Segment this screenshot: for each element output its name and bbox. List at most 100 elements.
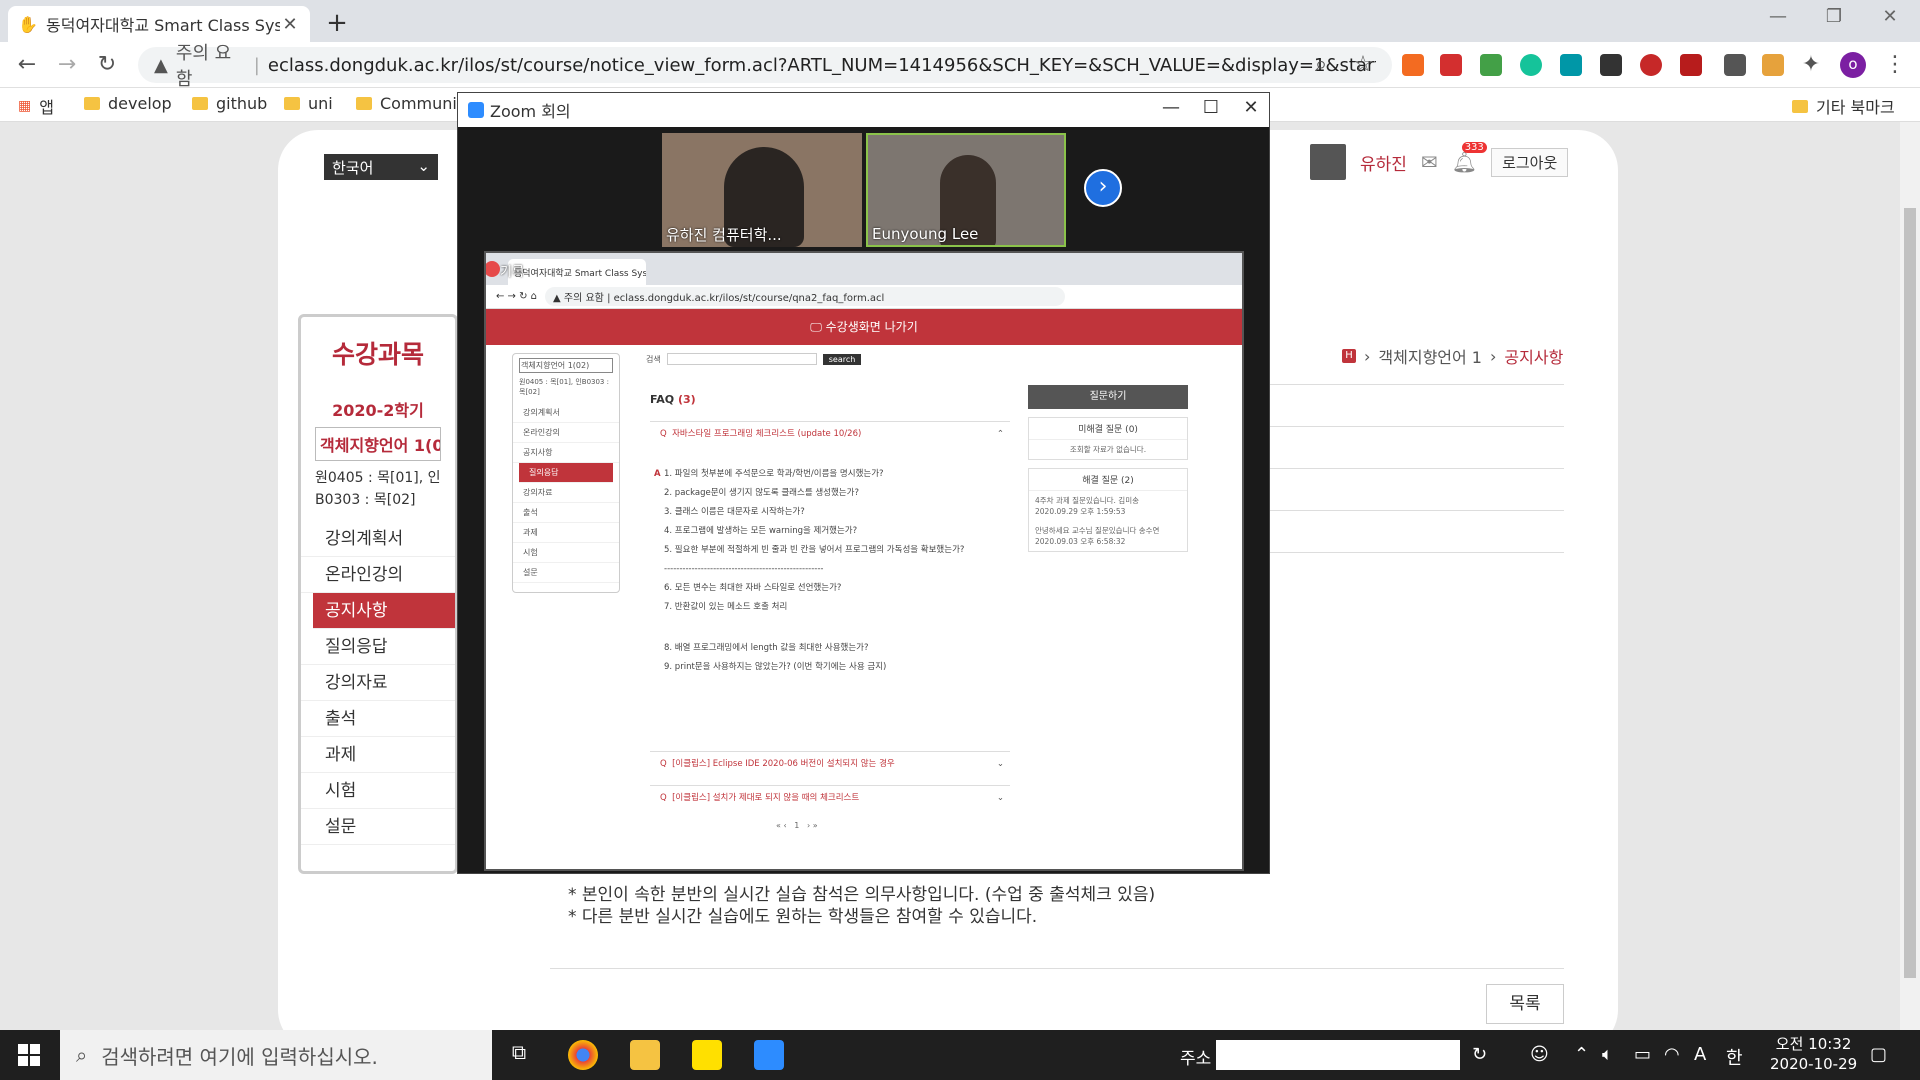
shared-url: ▲ 주의 요함 | eclass.dongduk.ac.kr/ilos/st/c… bbox=[545, 287, 1066, 306]
shared-search-button: search bbox=[822, 353, 862, 365]
close-icon[interactable]: ✕ bbox=[1236, 97, 1266, 118]
bookmark-star-icon[interactable]: ☆ bbox=[1348, 52, 1378, 77]
other-bookmarks[interactable]: 기타 북마크 bbox=[1792, 94, 1895, 118]
shared-tab-bar: 동덕여자대학교 Smart Class Sys 기록 bbox=[486, 253, 1242, 285]
minimize-icon[interactable]: — bbox=[1156, 97, 1186, 118]
menu-survey[interactable]: 설문 bbox=[301, 809, 455, 845]
taskbar-search[interactable]: ⌕ 검색하려면 여기에 입력하십시오. bbox=[60, 1030, 492, 1080]
menu-online-lecture[interactable]: 온라인강의 bbox=[301, 557, 455, 593]
notification-bell-icon[interactable]: 🔔︎ 333 bbox=[1452, 142, 1487, 174]
extension-icon[interactable] bbox=[1680, 54, 1702, 76]
participant-video[interactable]: 유하진 컴퓨터학... bbox=[662, 133, 862, 247]
minimize-icon[interactable]: — bbox=[1758, 6, 1798, 27]
volume-icon[interactable]: 🔈︎ bbox=[1602, 1044, 1613, 1065]
extension-icon[interactable] bbox=[1600, 54, 1622, 76]
extension-icon[interactable] bbox=[1762, 54, 1784, 76]
menu-materials[interactable]: 강의자료 bbox=[301, 665, 455, 701]
menu-syllabus[interactable]: 강의계획서 bbox=[301, 521, 455, 557]
maximize-icon[interactable]: ☐ bbox=[1196, 97, 1226, 118]
back-icon[interactable]: ← bbox=[12, 52, 42, 77]
scrollbar-thumb[interactable] bbox=[1904, 208, 1916, 978]
task-view-icon[interactable]: ⧉ bbox=[504, 1040, 534, 1070]
language-select[interactable]: 한국어 ⌄ bbox=[324, 154, 438, 180]
zoom-title-bar: Zoom 회의 — ☐ ✕ bbox=[458, 93, 1269, 127]
new-tab-button[interactable]: + bbox=[322, 8, 352, 38]
page-scrollbar[interactable] bbox=[1900, 122, 1920, 1030]
notification-badge: 333 bbox=[1461, 142, 1487, 153]
extension-icon[interactable] bbox=[1560, 54, 1582, 76]
wifi-icon[interactable]: ◠ bbox=[1664, 1044, 1680, 1065]
shared-screen: 동덕여자대학교 Smart Class Sys 기록 ← → ↻ ⌂ ▲ 주의 … bbox=[484, 251, 1244, 871]
battery-icon[interactable]: ▭ bbox=[1634, 1044, 1651, 1065]
notice-body: * 본인이 속한 분반의 실시간 실습 참석은 의무사항입니다. (수업 중 출… bbox=[568, 884, 1155, 928]
breadcrumb-current: 공지사항 bbox=[1504, 348, 1564, 367]
kakaotalk-icon[interactable] bbox=[692, 1040, 722, 1070]
extension-icon[interactable] bbox=[1724, 54, 1746, 76]
people-icon[interactable]: ☺ bbox=[1530, 1044, 1549, 1065]
divider bbox=[550, 968, 1564, 969]
file-explorer-icon[interactable] bbox=[630, 1040, 660, 1070]
logout-button[interactable]: 로그아웃 bbox=[1491, 147, 1569, 177]
extension-icon[interactable] bbox=[1402, 54, 1424, 76]
menu-dots-icon[interactable]: ⋮ bbox=[1880, 52, 1910, 77]
profile-avatar[interactable]: o bbox=[1840, 52, 1866, 78]
unsolved-title: 미해결 질문 (0) bbox=[1029, 418, 1187, 440]
extension-icon[interactable] bbox=[1480, 54, 1502, 76]
bookmark-label: develop bbox=[108, 94, 172, 113]
grammarly-icon[interactable] bbox=[1520, 54, 1542, 76]
bookmark-label: 앱 bbox=[39, 98, 54, 117]
faq-question: Q 자바스타일 프로그래밍 체크리스트 (update 10/26) ⌃ bbox=[650, 421, 1010, 445]
url-text[interactable]: eclass.dongduk.ac.kr/ilos/st/course/noti… bbox=[268, 55, 1376, 76]
course-select[interactable]: 객체지향언어 1(02) bbox=[315, 427, 441, 461]
menu-qna[interactable]: 질의응답 bbox=[301, 629, 455, 665]
user-name[interactable]: 유하진 bbox=[1360, 150, 1407, 175]
address-bar[interactable]: ▲ 주의 요함 | eclass.dongduk.ac.kr/ilos/st/c… bbox=[138, 43, 1392, 90]
security-warning[interactable]: 주의 요함 bbox=[176, 39, 246, 91]
list-button[interactable]: 목록 bbox=[1486, 984, 1564, 1024]
bookmark-uni[interactable]: uni bbox=[284, 94, 333, 113]
bookmark-github[interactable]: github bbox=[192, 94, 267, 113]
mail-icon[interactable]: ✉ bbox=[1421, 150, 1438, 174]
show-hidden-icons-icon[interactable]: ⌃ bbox=[1574, 1044, 1589, 1065]
zoom-icon[interactable]: ⌕ bbox=[1306, 52, 1336, 77]
menu-assignment[interactable]: 과제 bbox=[301, 737, 455, 773]
notice-line: * 다른 분반 실시간 실습에도 원하는 학생들은 참여할 수 있습니다. bbox=[568, 907, 1038, 927]
clock[interactable]: 오전 10:32 2020-10-29 bbox=[1770, 1034, 1857, 1074]
close-window-icon[interactable]: ✕ bbox=[1870, 6, 1910, 27]
bookmark-apps[interactable]: ▦ 앱 bbox=[18, 94, 54, 118]
bookmark-community[interactable]: Community bbox=[356, 94, 473, 113]
ime-mode[interactable]: A bbox=[1694, 1044, 1706, 1065]
faq-question: Q [이클립스] Eclipse IDE 2020-06 버전이 설치되지 않는… bbox=[650, 751, 1010, 775]
extension-icon[interactable] bbox=[1440, 54, 1462, 76]
participant-video-active[interactable]: Eunyoung Lee bbox=[866, 133, 1066, 247]
notification-center-icon[interactable]: ▢ bbox=[1870, 1044, 1887, 1065]
breadcrumb-course[interactable]: 객체지향언어 1 bbox=[1378, 344, 1482, 368]
windows-start-icon[interactable] bbox=[18, 1044, 40, 1066]
chevron-right-icon: › bbox=[1364, 346, 1371, 366]
menu-exam[interactable]: 시험 bbox=[301, 773, 455, 809]
solved-box: 해결 질문 (2) 4주차 과제 질문있습니다. 김미송 2020.09.29 … bbox=[1028, 468, 1188, 552]
bookmark-develop[interactable]: develop bbox=[84, 94, 172, 113]
chrome-icon[interactable] bbox=[568, 1040, 598, 1070]
solved-item: 4주차 과제 질문있습니다. 김미송 2020.09.29 오후 1:59:53 bbox=[1035, 496, 1140, 516]
forward-icon[interactable]: → bbox=[52, 52, 82, 77]
bookmark-label: 기타 북마크 bbox=[1816, 98, 1895, 117]
next-participants-button[interactable]: › bbox=[1084, 169, 1122, 207]
menu-attendance[interactable]: 출석 bbox=[301, 701, 455, 737]
reload-icon[interactable]: ↻ bbox=[92, 52, 122, 77]
taskbar-address-input[interactable] bbox=[1216, 1040, 1460, 1070]
ime-korean[interactable]: 한 bbox=[1726, 1044, 1743, 1070]
extension-icon[interactable] bbox=[1640, 54, 1662, 76]
home-icon[interactable]: H bbox=[1342, 349, 1356, 363]
taskbar-address-label: 주소 bbox=[1180, 1049, 1212, 1069]
menu-notice[interactable]: 공지사항 bbox=[313, 593, 455, 629]
divider bbox=[1266, 468, 1564, 469]
refresh-icon[interactable]: ↻ bbox=[1472, 1044, 1487, 1065]
avatar[interactable] bbox=[1310, 144, 1346, 180]
zoom-app-icon[interactable] bbox=[754, 1040, 784, 1070]
close-tab-icon[interactable]: ✕ bbox=[280, 14, 300, 35]
restore-icon[interactable]: ❐ bbox=[1814, 6, 1854, 27]
extensions-puzzle-icon[interactable]: ✦ bbox=[1796, 52, 1826, 77]
browser-tab[interactable]: ✋ 동덕여자대학교 Smart Class Sys ✕ bbox=[8, 6, 310, 42]
shared-course-select: 객체지향언어 1(02) bbox=[519, 358, 613, 373]
